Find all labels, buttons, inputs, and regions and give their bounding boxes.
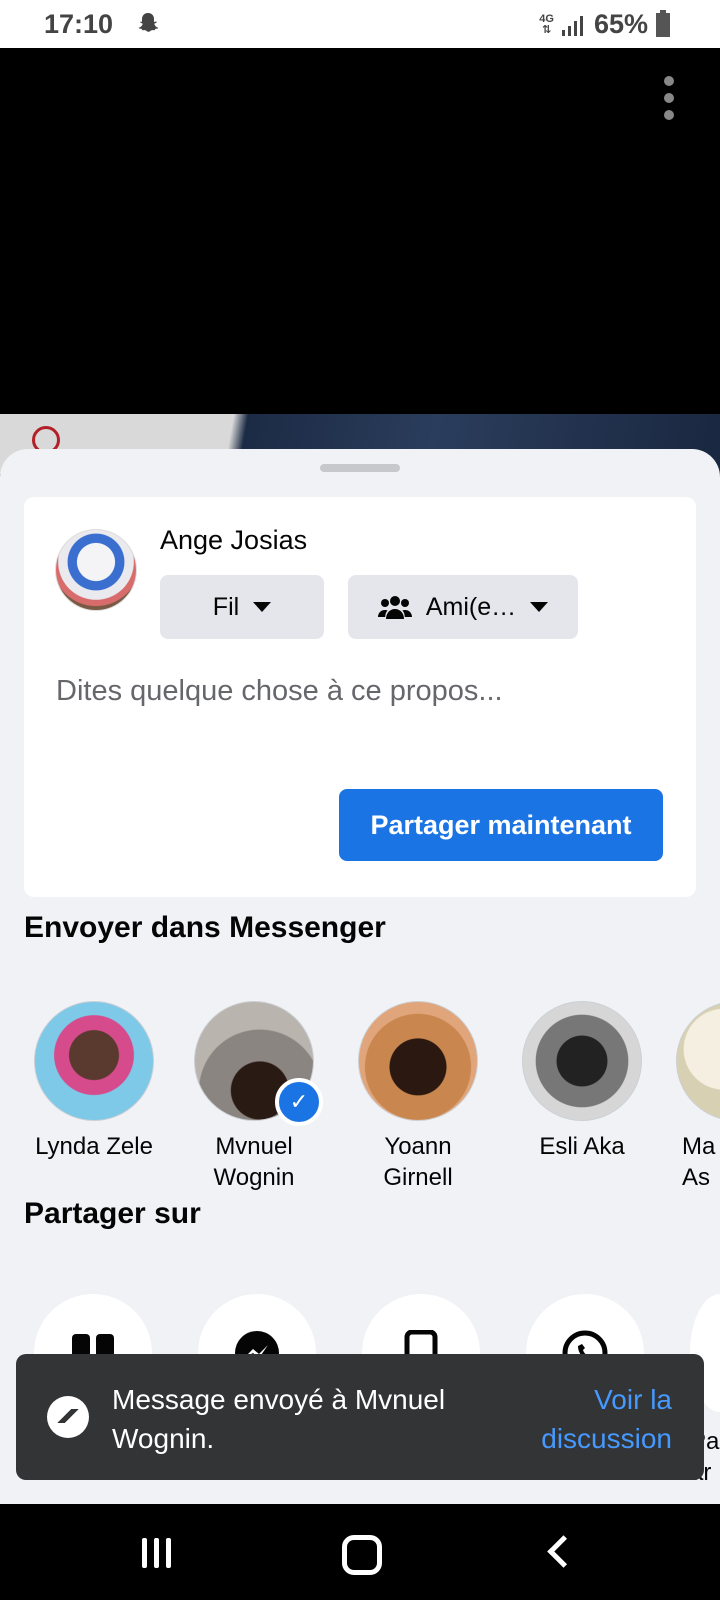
contact-avatar <box>522 1001 642 1121</box>
caret-down-icon <box>530 602 549 612</box>
battery-percent: 65% <box>593 9 648 39</box>
more-options-icon[interactable] <box>664 76 676 120</box>
toast-message: Message envoyé à Mvnuel Wognin. <box>112 1384 446 1454</box>
audience-selector-label: Ami(e… <box>425 592 517 621</box>
share-message-input[interactable]: Dites quelque chose à ce propos... <box>56 675 503 708</box>
verified-check-icon: ✓ <box>275 1078 323 1126</box>
messenger-section-title: Envoyer dans Messenger <box>24 911 386 944</box>
status-time: 17:10 <box>44 9 114 39</box>
feed-selector-button[interactable]: Fil <box>160 575 324 639</box>
share-composer: Ange Josias Fil Ami(e… Dites quelque cho… <box>24 497 696 897</box>
friends-icon <box>377 596 412 619</box>
contact-name: Lynda Zele <box>35 1133 153 1160</box>
contact-avatar: ✓ <box>194 1001 323 1126</box>
status-right: 4G ⇅ 65% <box>539 9 670 40</box>
contact-item[interactable]: Esli Aka <box>512 1001 652 1162</box>
contact-name: Yoann Girnell <box>383 1133 453 1191</box>
feed-selector-label: Fil <box>212 592 240 621</box>
data-arrows-icon: ⇅ <box>542 23 552 36</box>
contact-name: Ma As <box>682 1133 716 1191</box>
contact-name: Mvnuel Wognin <box>213 1133 295 1191</box>
user-avatar <box>55 529 137 611</box>
contact-avatar <box>358 1001 478 1121</box>
network-indicator: 4G ⇅ <box>539 12 554 36</box>
contact-avatar <box>34 1001 154 1121</box>
system-nav-bar <box>0 1504 720 1600</box>
contact-item[interactable]: ✓ Mvnuel Wognin <box>184 1001 324 1193</box>
snapchat-icon <box>138 13 159 32</box>
home-icon[interactable] <box>342 1535 382 1575</box>
share-sheet: Ange Josias Fil Ami(e… Dites quelque cho… <box>0 449 720 1504</box>
sheet-drag-handle[interactable] <box>320 464 400 472</box>
contact-item[interactable]: Yoann Girnell <box>348 1001 488 1193</box>
status-bar: 17:10 4G ⇅ 65% <box>0 0 720 48</box>
signal-icon <box>561 15 583 36</box>
contact-avatar <box>676 1001 720 1121</box>
video-player[interactable] <box>0 48 720 414</box>
share-on-section-title: Partager sur <box>24 1197 201 1230</box>
network-type: 4G <box>539 12 554 25</box>
back-icon[interactable] <box>547 1535 580 1568</box>
audience-selector-button[interactable]: Ami(e… <box>348 575 578 639</box>
contact-item[interactable]: Ma As <box>676 1001 720 1193</box>
battery-icon <box>656 9 670 37</box>
contact-item[interactable]: Lynda Zele <box>24 1001 164 1162</box>
message-sent-toast: Message envoyé à Mvnuel Wognin. Voir la … <box>16 1354 704 1480</box>
messenger-icon <box>47 1396 89 1438</box>
user-name: Ange Josias <box>160 525 308 555</box>
share-now-button[interactable]: Partager maintenant <box>339 789 663 861</box>
view-discussion-link[interactable]: Voir la discussion <box>512 1380 672 1458</box>
recents-icon[interactable] <box>142 1538 172 1568</box>
contact-name: Esli Aka <box>539 1133 625 1160</box>
messenger-contacts: Lynda Zele ✓ Mvnuel Wognin Yoann Girnell… <box>0 1001 720 1201</box>
caret-down-icon <box>253 602 272 612</box>
